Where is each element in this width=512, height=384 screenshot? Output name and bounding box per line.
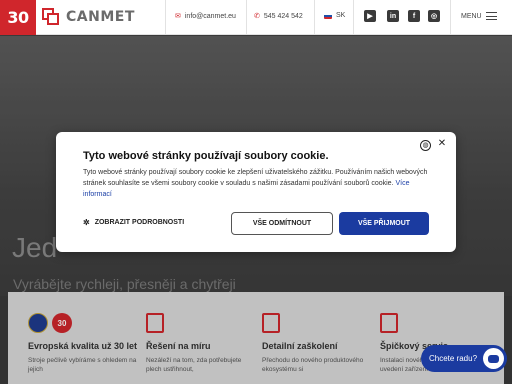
divider <box>165 0 166 35</box>
email-text: info@canmet.eu <box>184 12 236 20</box>
divider <box>314 0 315 35</box>
logo-30-badge[interactable]: 30 <box>0 0 36 35</box>
email-link[interactable]: ✉ info@canmet.eu <box>175 12 236 21</box>
phone-text: 545 424 542 <box>263 12 303 20</box>
divider <box>353 0 354 35</box>
language-switcher[interactable]: SK <box>324 12 345 19</box>
youtube-icon[interactable]: ▶ <box>364 10 376 22</box>
show-details-label: ZOBRAZIT PODROBNOSTI <box>94 219 185 226</box>
menu-button[interactable]: MENU <box>461 12 497 20</box>
cookie-consent-dialog: ◍ ✕ Tyto webové stránky používají soubor… <box>56 132 456 252</box>
facebook-icon[interactable]: f <box>408 10 420 22</box>
close-icon[interactable]: ✕ <box>436 138 448 150</box>
chat-widget-button[interactable]: Chcete radu? <box>421 345 507 372</box>
show-details-button[interactable]: ✲ ZOBRAZIT PODROBNOSTI <box>83 218 184 227</box>
slovak-flag-icon <box>324 12 332 19</box>
menu-label: MENU <box>461 12 482 20</box>
phone-icon: ✆ <box>254 13 260 20</box>
phone-link[interactable]: ✆ 545 424 542 <box>254 12 303 21</box>
gear-icon: ✲ <box>83 218 90 227</box>
hamburger-icon <box>485 12 497 20</box>
language-label: SK <box>336 12 346 19</box>
envelope-icon: ✉ <box>175 13 181 20</box>
chat-bubble-icon <box>483 348 504 369</box>
logo-text[interactable]: CANMET <box>66 9 135 25</box>
chat-label: Chcete radu? <box>429 354 478 363</box>
divider <box>246 0 247 35</box>
logo-mark-icon[interactable] <box>42 8 60 26</box>
reject-all-button[interactable]: VŠE ODMÍTNOUT <box>231 212 333 235</box>
accept-all-button[interactable]: VŠE PŘIJMOUT <box>339 212 429 235</box>
site-header: 30 CANMET ✉ info@canmet.eu ✆ 545 424 542… <box>0 0 512 35</box>
linkedin-icon[interactable]: in <box>387 10 399 22</box>
divider <box>450 0 451 35</box>
cookie-title: Tyto webové stránky používají soubory co… <box>83 150 329 162</box>
globe-language-icon[interactable]: ◍ <box>420 140 431 151</box>
cookie-description: Tyto webové stránky používají soubory co… <box>83 167 433 200</box>
cookie-text: Tyto webové stránky používají soubory co… <box>83 169 428 187</box>
instagram-icon[interactable]: ◎ <box>428 10 440 22</box>
